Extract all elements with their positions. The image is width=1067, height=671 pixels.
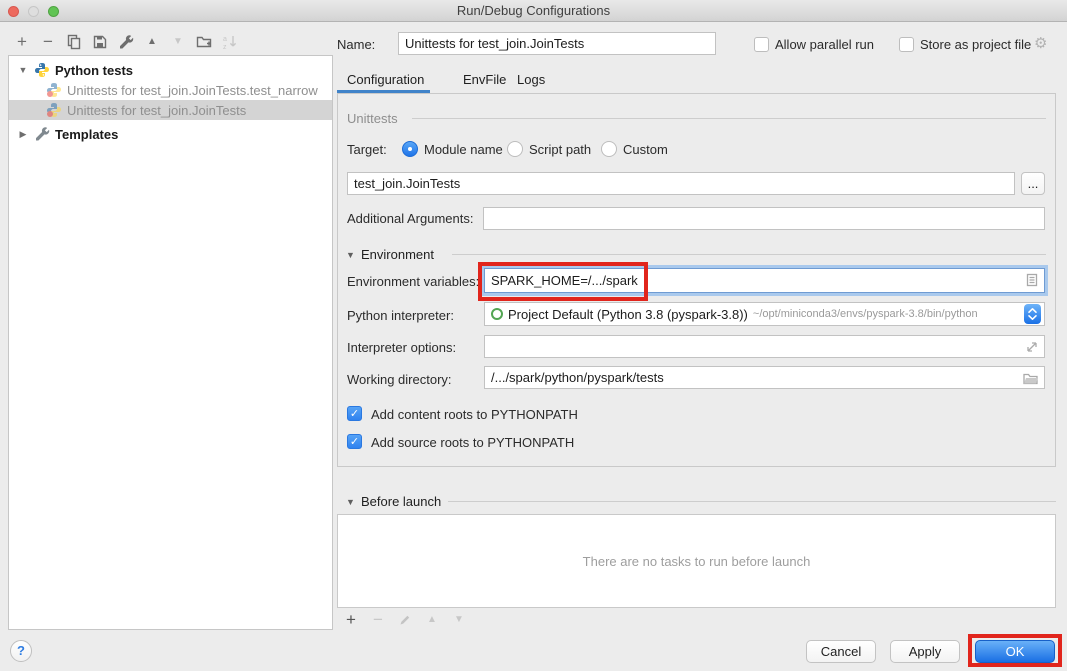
conda-environment-icon: [491, 308, 503, 320]
allow-parallel-run-checkbox[interactable]: [754, 37, 769, 52]
add-task-icon[interactable]: +: [343, 612, 359, 628]
sort-configurations-icon[interactable]: az: [222, 34, 238, 50]
name-input[interactable]: [398, 32, 716, 55]
add-content-roots-checkbox[interactable]: ✓: [347, 406, 362, 421]
before-launch-empty-text: There are no tasks to run before launch: [583, 554, 811, 569]
title-bar: Run/Debug Configurations: [0, 0, 1067, 22]
tree-item-unittests-jointests[interactable]: Unittests for test_join.JoinTests: [9, 100, 332, 120]
python-interpreter-label: Python interpreter:: [347, 308, 454, 323]
additional-arguments-input[interactable]: [483, 207, 1045, 230]
module-name-input[interactable]: [347, 172, 1015, 195]
tree-item-label: Unittests for test_join.JoinTests.test_n…: [67, 83, 318, 98]
target-module-name-label: Module name: [424, 142, 503, 157]
edit-templates-icon[interactable]: [118, 34, 134, 50]
add-configuration-icon[interactable]: +: [14, 34, 30, 50]
target-script-path-label: Script path: [529, 142, 591, 157]
svg-text:a: a: [223, 36, 227, 43]
wrench-icon: [34, 126, 50, 142]
move-task-down-icon[interactable]: ▼: [451, 612, 467, 628]
tab-logs[interactable]: Logs: [517, 72, 545, 87]
dropdown-stepper-icon[interactable]: [1024, 304, 1041, 324]
help-button[interactable]: ?: [10, 640, 32, 662]
tab-configuration[interactable]: Configuration: [347, 72, 424, 87]
store-as-project-file-checkbox[interactable]: [899, 37, 914, 52]
before-launch-collapse-icon[interactable]: ▼: [346, 497, 355, 507]
environment-section-label: Environment: [361, 247, 434, 262]
before-launch-toolbar: + − ▲ ▼: [343, 610, 467, 630]
configurations-toolbar: + − ▲ ▼ az: [14, 30, 238, 54]
target-label: Target:: [347, 142, 387, 157]
name-label: Name:: [337, 37, 375, 52]
tree-item-label: Templates: [55, 127, 118, 142]
save-configuration-icon[interactable]: [92, 34, 108, 50]
edit-env-vars-list-icon[interactable]: [1024, 272, 1040, 288]
tree-item-label: Unittests for test_join.JoinTests: [67, 103, 246, 118]
environment-group-divider: [452, 254, 1046, 255]
tree-item-unittests-test-narrow[interactable]: Unittests for test_join.JoinTests.test_n…: [9, 80, 332, 100]
move-down-icon[interactable]: ▼: [170, 34, 186, 50]
allow-parallel-run-label: Allow parallel run: [775, 37, 874, 52]
expand-field-icon[interactable]: [1024, 339, 1040, 355]
browse-module-button[interactable]: ...: [1021, 172, 1045, 195]
add-content-roots-label: Add content roots to PYTHONPATH: [371, 407, 578, 422]
interpreter-options-label: Interpreter options:: [347, 340, 456, 355]
run-debug-configurations-dialog: Run/Debug Configurations + − ▲ ▼ az ▼ Py: [0, 0, 1067, 671]
move-task-up-icon[interactable]: ▲: [424, 612, 440, 628]
target-custom-label: Custom: [623, 142, 668, 157]
chevron-down-icon[interactable]: ▼: [17, 65, 29, 75]
before-launch-divider: [448, 501, 1056, 502]
cancel-button[interactable]: Cancel: [806, 640, 876, 663]
target-custom-radio[interactable]: [601, 141, 617, 157]
svg-text:z: z: [223, 44, 227, 50]
python-test-icon: [46, 82, 62, 98]
configurations-tree: ▼ Python tests Unittests for test_join.J…: [8, 55, 333, 630]
move-up-icon[interactable]: ▲: [144, 34, 160, 50]
window-title: Run/Debug Configurations: [0, 3, 1067, 18]
apply-button[interactable]: Apply: [890, 640, 960, 663]
store-options-gear-icon[interactable]: ⚙: [1034, 34, 1047, 52]
tab-envfile[interactable]: EnvFile: [463, 72, 506, 87]
tree-group-python-tests[interactable]: ▼ Python tests: [9, 60, 332, 80]
new-folder-icon[interactable]: [196, 34, 212, 50]
working-directory-label: Working directory:: [347, 372, 452, 387]
interpreter-options-input[interactable]: [484, 335, 1045, 358]
working-directory-input[interactable]: [484, 366, 1045, 389]
unittests-group-divider: [412, 118, 1046, 119]
ok-button[interactable]: OK: [975, 640, 1055, 663]
tree-item-label: Python tests: [55, 63, 133, 78]
python-interpreter-value: Project Default (Python 3.8 (pyspark-3.8…: [508, 307, 748, 322]
edit-task-icon[interactable]: [397, 612, 413, 628]
environment-variables-label: Environment variables:: [347, 274, 479, 289]
target-script-path-radio[interactable]: [507, 141, 523, 157]
target-module-name-radio[interactable]: [402, 141, 418, 157]
python-test-icon: [46, 102, 62, 118]
before-launch-section-label: Before launch: [361, 494, 441, 509]
remove-task-icon[interactable]: −: [370, 612, 386, 628]
add-source-roots-checkbox[interactable]: ✓: [347, 434, 362, 449]
python-interpreter-path: ~/opt/miniconda3/envs/pyspark-3.8/bin/py…: [753, 308, 1019, 320]
browse-folder-icon[interactable]: [1022, 370, 1038, 386]
python-interpreter-dropdown[interactable]: Project Default (Python 3.8 (pyspark-3.8…: [484, 302, 1045, 326]
tree-group-templates[interactable]: ▶ Templates: [9, 124, 332, 144]
chevron-right-icon[interactable]: ▶: [17, 129, 29, 140]
store-as-project-file-label: Store as project file: [920, 37, 1031, 52]
add-source-roots-label: Add source roots to PYTHONPATH: [371, 435, 574, 450]
before-launch-tasks-panel: There are no tasks to run before launch: [337, 514, 1056, 608]
environment-variables-value: SPARK_HOME=/.../spark: [491, 273, 638, 288]
additional-arguments-label: Additional Arguments:: [347, 211, 473, 226]
environment-variables-input[interactable]: SPARK_HOME=/.../spark: [484, 268, 1045, 293]
remove-configuration-icon[interactable]: −: [40, 34, 56, 50]
unittests-group-label: Unittests: [347, 111, 398, 126]
environment-collapse-icon[interactable]: ▼: [346, 250, 355, 260]
copy-configuration-icon[interactable]: [66, 34, 82, 50]
python-icon: [34, 62, 50, 78]
